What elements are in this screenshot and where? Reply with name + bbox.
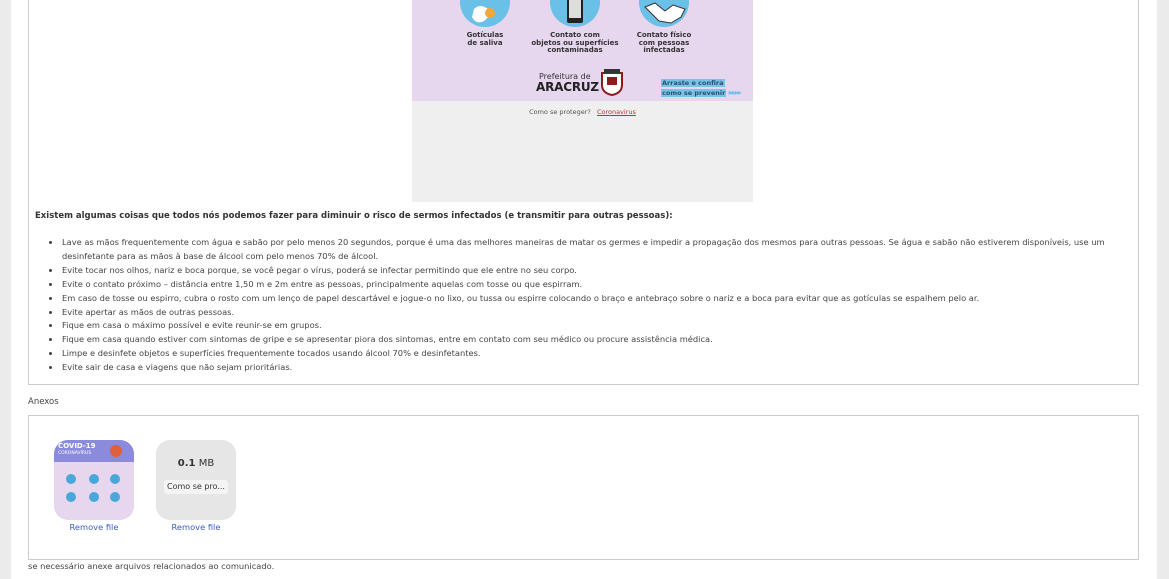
list-item: Fique em casa quando estiver com sintoma…: [61, 333, 1151, 347]
swipe-cta: Arraste e confira como se prevenir ▸▸▸▸: [661, 78, 749, 98]
attachment-thumbnail-file[interactable]: 0.1 MB Como se pro...: [156, 440, 236, 520]
droplets-icon: [460, 0, 510, 27]
caption-contact: Contato físico com pessoas infectadas: [628, 31, 700, 55]
page-panel: Gotículas de saliva Contato com objetos …: [11, 0, 1157, 579]
message-content-box: Gotículas de saliva Contato com objetos …: [28, 0, 1139, 385]
tips-list: Lave as mãos frequentemente com água e s…: [35, 236, 1151, 375]
poster-image: Gotículas de saliva Contato com objetos …: [412, 0, 753, 101]
intro-text: Existem algumas coisas que todos nós pod…: [35, 211, 673, 221]
cta-line2: como se prevenir: [661, 89, 727, 97]
mini-icon: [89, 492, 99, 502]
list-item: Evite sair de casa e viagens que não sej…: [61, 361, 1151, 375]
arrows-icon: ▸▸▸▸: [728, 88, 742, 97]
attachments-label: Anexos: [28, 397, 59, 407]
remove-file-link[interactable]: Remove file: [54, 522, 134, 532]
mini-icon: [66, 492, 76, 502]
thumbnail-title: COVID-19: [58, 442, 96, 450]
list-item: Evite apertar as mãos de outras pessoas.: [61, 306, 1151, 320]
list-item: Evite o contato próximo – distância entr…: [61, 278, 1151, 292]
page-scrollbar[interactable]: [1157, 0, 1169, 579]
caption-droplets-line2: de saliva: [467, 38, 503, 47]
mini-icon: [66, 474, 76, 484]
cta-line1: Arraste e confira: [661, 79, 725, 87]
caption-objects-line3: contaminadas: [547, 46, 603, 54]
attachments-dropzone[interactable]: COVID-19 CORONAVÍRUS Remove file 0.1 MB …: [28, 415, 1139, 560]
file-size-number: 0.1: [177, 458, 196, 469]
embedded-poster[interactable]: Gotículas de saliva Contato com objetos …: [412, 0, 753, 202]
list-item: Lave as mãos frequentemente com água e s…: [61, 236, 1151, 264]
caption-droplets: Gotículas de saliva: [458, 31, 512, 47]
file-name: Como se pro...: [164, 480, 228, 494]
remove-file-link[interactable]: Remove file: [156, 522, 236, 532]
coronavirus-link[interactable]: Coronavirus: [597, 108, 636, 116]
file-size: 0.1 MB: [156, 458, 236, 469]
file-size-unit: MB: [198, 458, 215, 469]
caption-contact-line3: infectadas: [643, 46, 685, 54]
attachment-thumbnail-image[interactable]: COVID-19 CORONAVÍRUS: [54, 440, 134, 520]
poster-caption: Como se proteger? Coronavirus: [412, 108, 753, 116]
mini-icon: [110, 492, 120, 502]
thumbnail-subtitle: CORONAVÍRUS: [58, 451, 92, 456]
list-item: Evite tocar nos olhos, nariz e boca porq…: [61, 264, 1151, 278]
list-item: Fique em casa o máximo possível e evite …: [61, 319, 1151, 333]
city-crest-icon: [598, 69, 626, 97]
list-item: Em caso de tosse ou espirro, cubra o ros…: [61, 292, 1151, 306]
mini-icon: [110, 474, 120, 484]
phone-icon: [550, 0, 600, 27]
poster-caption-text: Como se proteger?: [529, 108, 591, 116]
handshake-icon: [639, 0, 689, 27]
attachments-hint: se necessário anexe arquivos relacionado…: [28, 561, 275, 571]
list-item: Limpe e desinfete objetos e superfícies …: [61, 347, 1151, 361]
caption-objects: Contato com objetos ou superfícies conta…: [527, 31, 623, 55]
mini-icon: [89, 474, 99, 484]
aracruz-logo-text: ARACRUZ: [536, 80, 599, 94]
virus-icon: [110, 445, 122, 457]
